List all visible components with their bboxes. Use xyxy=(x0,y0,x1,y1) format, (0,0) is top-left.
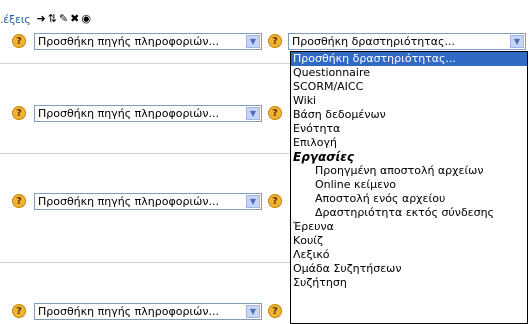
dropdown-option[interactable]: Έρευνα xyxy=(291,220,527,234)
dropdown-option[interactable]: Λεξικό xyxy=(291,248,527,262)
add-activity-select[interactable]: Προσθήκη δραστηριότητας... ▼ xyxy=(288,32,526,50)
add-resource-select-value: Προσθήκη πηγής πληροφοριών... xyxy=(38,304,219,318)
dropdown-option[interactable]: Ομάδα Συζητήσεων xyxy=(291,262,527,276)
help-icon[interactable]: ? xyxy=(12,304,26,318)
move-arrow-icon[interactable]: ➜ xyxy=(37,12,46,26)
help-icon[interactable]: ? xyxy=(12,194,26,208)
help-icon[interactable]: ? xyxy=(12,106,26,120)
add-resource-select[interactable]: Προσθήκη πηγής πληροφοριών... ▼ xyxy=(34,302,262,320)
section-toolbar: .έξεις ➜ ⇅ ✎ ✖ ◉ xyxy=(0,12,93,26)
help-icon[interactable]: ? xyxy=(268,304,282,318)
add-resource-select[interactable]: Προσθήκη πηγής πληροφοριών... ▼ xyxy=(34,32,262,50)
section-1-row: ? Προσθήκη πηγής πληροφοριών... ▼ ? Προσ… xyxy=(12,32,526,50)
add-activity-select-value: Προσθήκη δραστηριότητας... xyxy=(292,34,455,48)
delete-icon[interactable]: ✖ xyxy=(70,12,79,26)
add-resource-select-value: Προσθήκη πηγής πληροφοριών... xyxy=(38,194,219,208)
help-icon[interactable]: ? xyxy=(268,194,282,208)
dropdown-option[interactable]: Προηγμένη αποστολή αρχείων xyxy=(291,164,527,178)
chevron-down-icon[interactable]: ▼ xyxy=(510,34,524,48)
chevron-down-icon[interactable]: ▼ xyxy=(246,304,260,318)
dropdown-option[interactable]: Questionnaire xyxy=(291,66,527,80)
dropdown-option[interactable]: Προσθήκη δραστηριότητας... xyxy=(291,52,527,66)
section-4-row: ? Προσθήκη πηγής πληροφοριών... ▼ ? xyxy=(12,302,282,320)
chevron-down-icon[interactable]: ▼ xyxy=(246,106,260,120)
dropdown-option[interactable]: Wiki xyxy=(291,94,527,108)
dropdown-option[interactable]: Κουίζ xyxy=(291,234,527,248)
help-icon[interactable]: ? xyxy=(268,106,282,120)
dropdown-option[interactable]: Επιλογή xyxy=(291,136,527,150)
add-resource-select[interactable]: Προσθήκη πηγής πληροφοριών... ▼ xyxy=(34,104,262,122)
chevron-down-icon[interactable]: ▼ xyxy=(246,194,260,208)
add-resource-select-value: Προσθήκη πηγής πληροφοριών... xyxy=(38,106,219,120)
move-updown-icon[interactable]: ⇅ xyxy=(48,12,57,26)
dropdown-option[interactable]: Συζήτηση xyxy=(291,276,527,290)
dropdown-option[interactable]: SCORM/AICC xyxy=(291,80,527,94)
dropdown-option[interactable]: Online κείμενο xyxy=(291,178,527,192)
add-resource-select[interactable]: Προσθήκη πηγής πληροφοριών... ▼ xyxy=(34,192,262,210)
section-2-row: ? Προσθήκη πηγής πληροφοριών... ▼ ? xyxy=(12,104,282,122)
dropdown-option[interactable]: Ενότητα xyxy=(291,122,527,136)
activity-dropdown-list[interactable]: Προσθήκη δραστηριότητας... Questionnaire… xyxy=(290,51,528,324)
section-3-row: ? Προσθήκη πηγής πληροφοριών... ▼ ? xyxy=(12,192,282,210)
toolbar-label: .έξεις xyxy=(0,12,31,26)
chevron-down-icon[interactable]: ▼ xyxy=(246,34,260,48)
add-resource-select-value: Προσθήκη πηγής πληροφοριών... xyxy=(38,34,219,48)
help-icon[interactable]: ? xyxy=(12,34,26,48)
dropdown-option[interactable]: Βάση δεδομένων xyxy=(291,108,527,122)
edit-icon[interactable]: ✎ xyxy=(59,12,68,26)
help-icon[interactable]: ? xyxy=(268,34,282,48)
dropdown-option[interactable]: Δραστηριότητα εκτός σύνδεσης xyxy=(291,206,527,220)
visibility-eye-icon[interactable]: ◉ xyxy=(81,12,91,26)
dropdown-group-label: Εργασίες xyxy=(293,150,355,164)
dropdown-option[interactable]: Αποστολή ενός αρχείου xyxy=(291,192,527,206)
